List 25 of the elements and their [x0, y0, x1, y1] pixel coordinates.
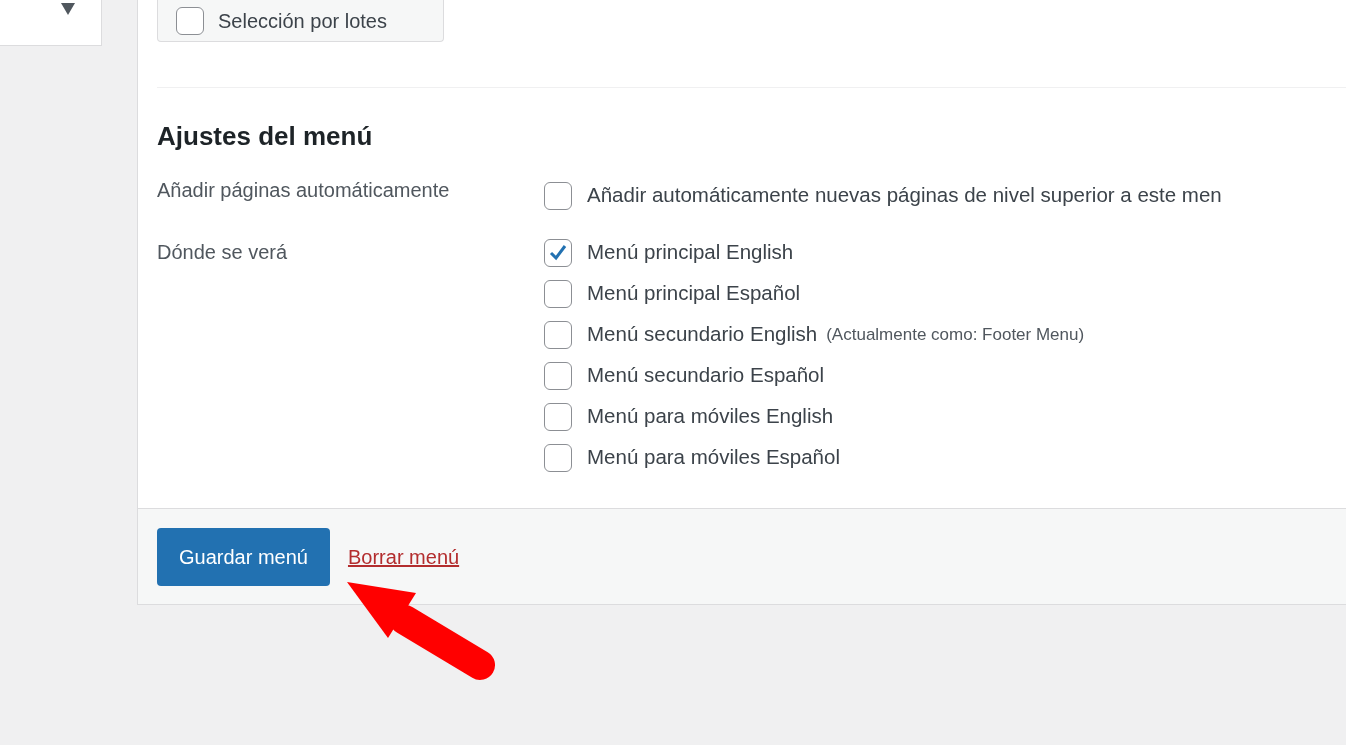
section-heading: Ajustes del menú — [157, 120, 374, 153]
checkbox[interactable] — [176, 6, 204, 35]
checkbox[interactable] — [544, 279, 572, 308]
field-label: Añadir páginas automáticamente — [157, 178, 451, 203]
delete-link[interactable]: Borrar menú — [347, 541, 460, 572]
field-label: Dónde se verá — [157, 240, 289, 265]
checkbox-label: Menú principal Español — [587, 280, 801, 307]
checkbox-label: Menú secundario Español — [587, 362, 825, 389]
location-note: (Actualmente como: Footer Menu) — [826, 323, 1085, 346]
checkmark-icon — [548, 242, 568, 263]
triangle-icon — [61, 3, 75, 15]
checkbox-label: Menú secundario English — [587, 321, 818, 348]
save-button[interactable]: Guardar menú — [157, 527, 330, 586]
checkbox[interactable] — [544, 402, 572, 431]
dropdown-field[interactable] — [0, 0, 102, 46]
checkbox[interactable] — [544, 443, 572, 472]
checkbox[interactable] — [544, 361, 572, 390]
checkbox-label: Menú para móviles English — [587, 403, 834, 430]
checkbox[interactable] — [544, 320, 572, 349]
checkbox[interactable] — [544, 238, 572, 267]
checkbox-label: Selección por lotes — [218, 8, 387, 34]
checkbox-label: Menú principal English — [587, 239, 794, 266]
checkbox-label: Añadir automáticamente nuevas páginas de nivel superior a este men — [587, 182, 1222, 209]
checkbox-label: Menú para móviles Español — [587, 444, 840, 471]
checkbox[interactable] — [544, 181, 572, 210]
